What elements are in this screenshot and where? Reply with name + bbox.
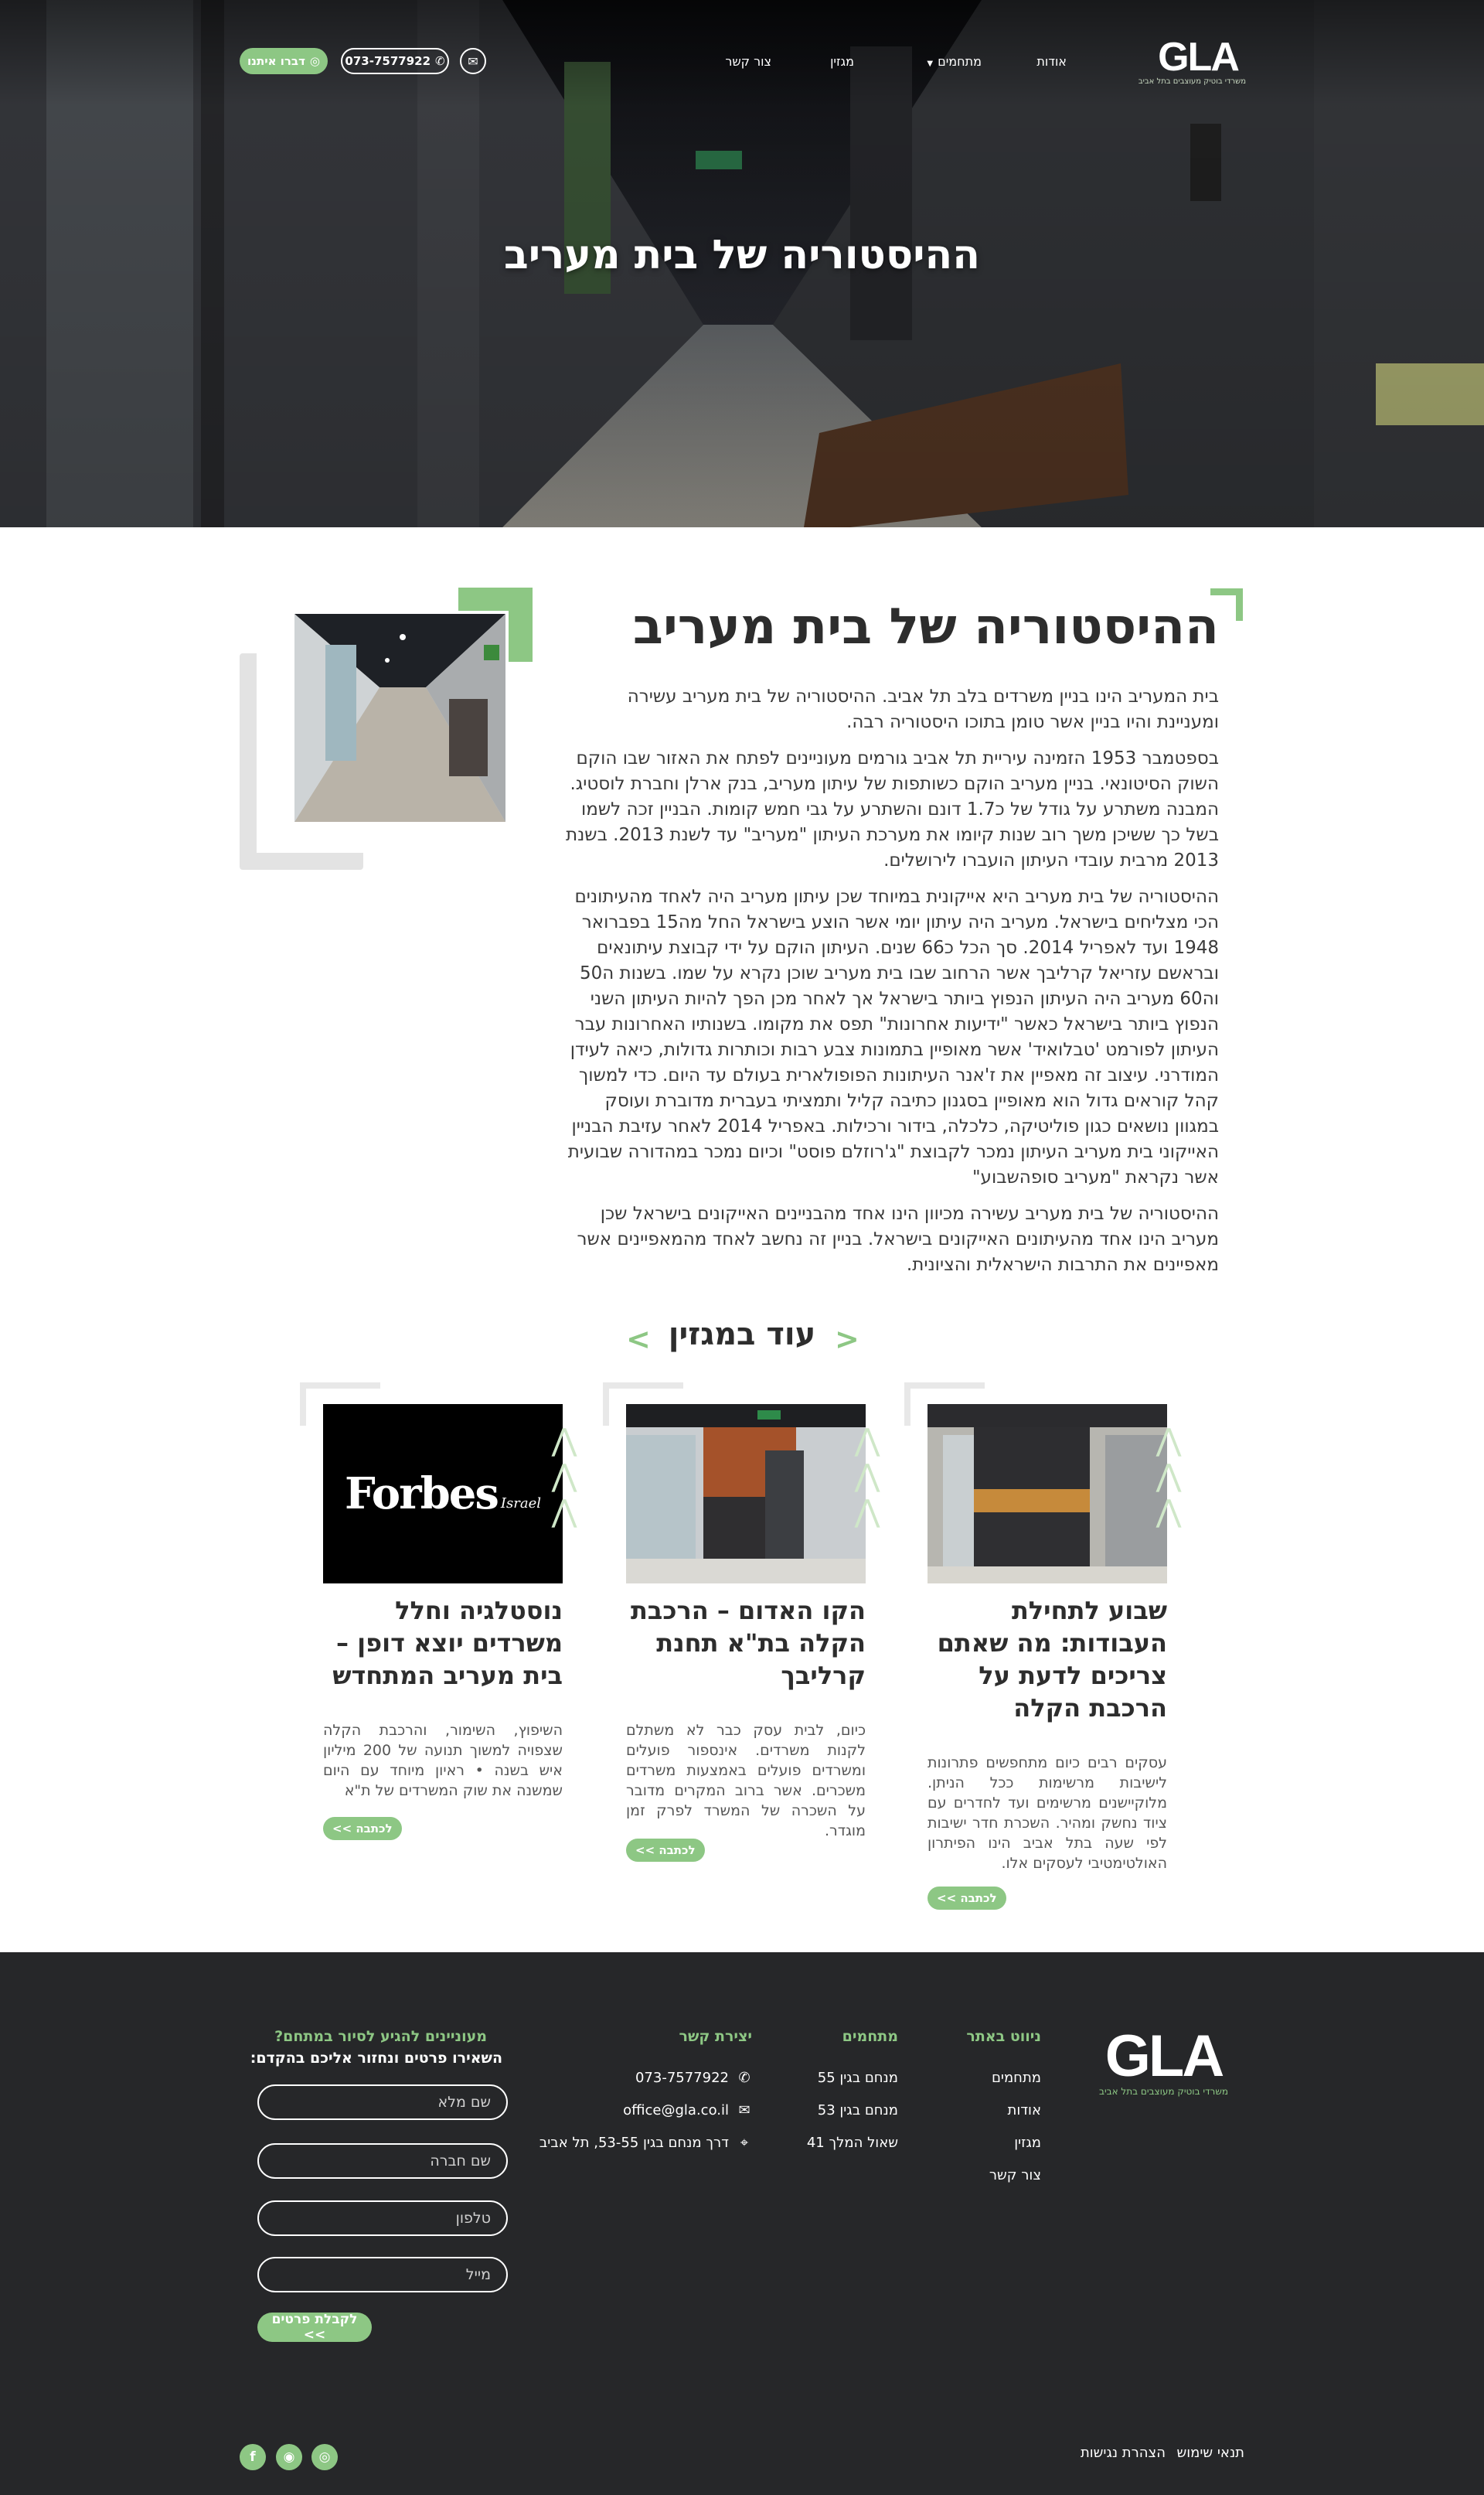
footer-logo-tagline: משרדי בוטיק מעוצבים בתל אביב: [1099, 2086, 1228, 2097]
submit-button[interactable]: לקבלת פרטים >>: [257, 2312, 372, 2343]
footer-nav-title: ניווט באתר: [966, 2028, 1041, 2045]
card-title[interactable]: הקו האדום – הרכבת הקלה בת"א תחנת קרליבך: [626, 1594, 866, 1692]
form-title: מעוניינים להגיע לסיור במתחם?: [274, 2028, 487, 2045]
company-field[interactable]: [257, 2143, 508, 2179]
article-paragraph: ההיסטוריה של בית מעריב היא אייקונית במיו…: [567, 887, 1219, 1188]
footer-nav-item[interactable]: צור קשר: [989, 2167, 1041, 2183]
footer-complex-item[interactable]: מנחם בגין 53: [818, 2102, 898, 2118]
footer-nav-item[interactable]: אודות: [1008, 2102, 1042, 2118]
article-title: ההיסטוריה של בית מעריב: [632, 598, 1219, 656]
footer-phone-text: 073-7577922: [635, 2070, 729, 2086]
name-field[interactable]: [257, 2084, 508, 2120]
nav-magazine[interactable]: מגזין: [830, 54, 854, 69]
footer-address[interactable]: ⌖ דרך מנחם בגין 53-55, תל אביב: [539, 2135, 752, 2151]
accessibility-link[interactable]: הצהרת נגישות: [1081, 2445, 1166, 2461]
card-title[interactable]: שבוע לתחילת העבודות: מה שאתם צריכים לדעת…: [928, 1594, 1167, 1724]
article-paragraph: בית המעריב הינו בניין משרדים בלב תל אביב…: [627, 687, 1219, 732]
footer-contact-title: יצירת קשר: [679, 2028, 752, 2045]
nav-complexes-label: מתחמים: [938, 54, 982, 69]
article-paragraph: ההיסטוריה של בית מעריב עשירה מכיוון הינו…: [577, 1204, 1219, 1275]
whatsapp-icon[interactable]: ◎: [311, 2444, 338, 2470]
card-image[interactable]: [928, 1404, 1167, 1583]
chevron-down-icon: ▼: [927, 60, 934, 68]
phone-icon: ✆: [435, 54, 445, 68]
mail-button[interactable]: ✉: [460, 48, 486, 74]
read-more-button[interactable]: לכתבה >>: [928, 1887, 1006, 1910]
footer-complexes-title: מתחמים: [842, 2028, 898, 2045]
arrow-up-decoration: ⋀ ⋀ ⋀: [1156, 1423, 1182, 1529]
footer-complex-item[interactable]: מנחם בגין 55: [818, 2070, 898, 2086]
nav-contact[interactable]: צור קשר: [725, 54, 771, 69]
arrow-up-decoration: ⋀ ⋀ ⋀: [551, 1423, 577, 1529]
article-paragraph: בספטמבר 1953 הזמינה עיריית תל אביב גורמי…: [565, 748, 1219, 871]
phone-field[interactable]: [257, 2200, 508, 2236]
footer-nav-item[interactable]: מגזין: [1014, 2135, 1041, 2151]
corridor-photo: [291, 611, 509, 825]
hero-title: ההיסטוריה של בית מעריב: [504, 232, 980, 278]
card-excerpt: עסקים רבים כיום מתחפשים פתרונות לישיבות …: [928, 1754, 1167, 1872]
arrow-up-decoration: ⋀ ⋀ ⋀: [854, 1423, 880, 1529]
read-more-button[interactable]: לכתבה >>: [626, 1839, 705, 1862]
card-image[interactable]: [626, 1404, 866, 1583]
office-kitchen-photo: [626, 1404, 866, 1583]
forbes-logo: Forbes: [345, 1468, 499, 1519]
instagram-icon[interactable]: ◉: [276, 2444, 302, 2470]
footer-complex-item[interactable]: שאול המלך 41: [807, 2135, 898, 2151]
hero: ההיסטוריה של בית מעריב: [0, 0, 1484, 527]
logo-mark: GLA: [1158, 35, 1240, 80]
card-excerpt: כיום, לבית עסק כבר לא משתלם לקנות משרדים…: [626, 1722, 866, 1839]
location-pin-icon: ⌖: [740, 2135, 749, 2151]
article-body: בית המעריב הינו בניין משרדים בלב תל אביב…: [562, 684, 1219, 1289]
footer-phone[interactable]: ✆ 073-7577922: [635, 2070, 752, 2086]
mail-icon: ✉: [738, 2102, 751, 2118]
whatsapp-icon: ◎: [309, 54, 320, 68]
footer-nav-item[interactable]: מתחמים: [992, 2070, 1041, 2086]
whatsapp-button[interactable]: ◎ דברו איתנו: [240, 48, 328, 74]
chevron-right-icon: >: [626, 1322, 651, 1356]
logo-tagline: משרדי בוטיק מעוצבים בתל אביב: [1138, 77, 1246, 86]
email-field[interactable]: [257, 2257, 508, 2292]
phone-button[interactable]: ✆ 073-7577922: [341, 48, 449, 74]
header-logo[interactable]: GLA משרדי בוטיק מעוצבים בתל אביב: [1138, 35, 1246, 87]
read-more-button[interactable]: לכתבה >>: [323, 1817, 402, 1840]
nav-about[interactable]: אודות: [1036, 54, 1067, 69]
kitchen-photo: [928, 1404, 1167, 1583]
nav-complexes[interactable]: מתחמים ▼: [927, 54, 982, 69]
article-image: [240, 588, 533, 874]
phone-number: 073-7577922: [345, 54, 431, 68]
card-excerpt: השיפוץ, השימור, והרכבת הקלה שצפויה למשוך…: [323, 1722, 563, 1799]
form-subtitle: השאירו פרטים ונחזור אליכם בהקדם:: [250, 2050, 502, 2067]
phone-icon: ✆: [738, 2070, 751, 2086]
whatsapp-label: דברו איתנו: [247, 54, 305, 68]
card-title[interactable]: נוסטלגיה וחלל משרדים יוצא דופן – בית מער…: [323, 1594, 563, 1692]
terms-link[interactable]: תנאי שימוש: [1177, 2445, 1244, 2461]
footer-address-text: דרך מנחם בגין 53-55, תל אביב: [539, 2135, 729, 2151]
footer-logo[interactable]: GLA משרדי בוטיק מעוצבים בתל אביב: [1096, 2023, 1231, 2098]
forbes-logo-sub: Israel: [500, 1495, 541, 1512]
footer-email[interactable]: ✉ office@gla.co.il: [623, 2102, 752, 2118]
footer-logo-mark: GLA: [1104, 2023, 1224, 2089]
facebook-icon[interactable]: f: [240, 2444, 266, 2470]
forbes-image[interactable]: Forbes Israel: [323, 1404, 563, 1583]
more-magazine-title: עוד במגזין: [668, 1317, 816, 1352]
corridor-photo-graphic: [294, 614, 505, 822]
mail-icon: ✉: [468, 53, 478, 69]
footer-email-text: office@gla.co.il: [623, 2102, 729, 2118]
